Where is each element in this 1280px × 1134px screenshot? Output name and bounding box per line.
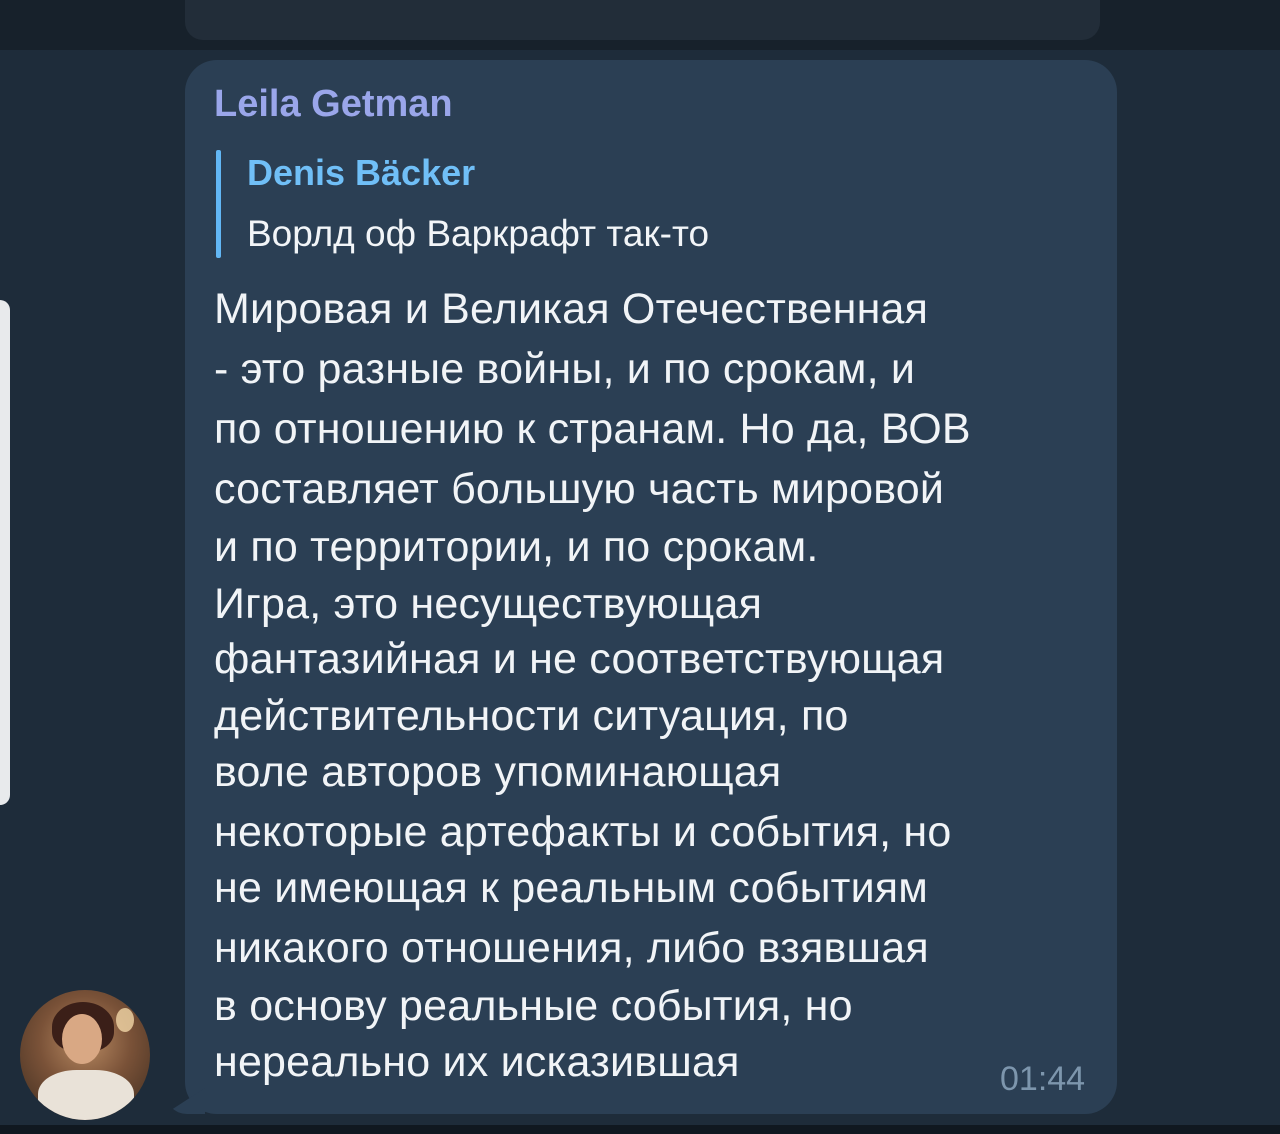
user-photo-avatar-icon[interactable]	[20, 990, 150, 1120]
bottom-strip	[0, 1125, 1280, 1134]
avatar-face	[62, 1014, 102, 1064]
message-text-line: не имеющая к реальным событиям	[214, 864, 929, 912]
scroll-handle[interactable]	[0, 300, 10, 805]
previous-message-bubble[interactable]	[185, 0, 1100, 40]
message-text-line: действительности ситуация, по	[214, 692, 849, 740]
message-time: 01:44	[1000, 1060, 1086, 1098]
message-text-line: в основу реальные события, но	[214, 982, 853, 1030]
message-text-line: - это разные войны, и по срокам, и	[214, 345, 916, 393]
message-text-line: нереально их исказившая	[214, 1038, 740, 1086]
message-text-line: воле авторов упоминающая	[214, 748, 782, 796]
reply-text[interactable]: Ворлд оф Варкрафт так-то	[247, 213, 709, 255]
avatar-shirt	[38, 1070, 134, 1120]
avatar-lamp	[116, 1008, 134, 1032]
sender-name[interactable]: Leila Getman	[214, 83, 453, 126]
message-text-line: по отношению к странам. Но да, ВОВ	[214, 405, 971, 453]
message-text-line: никакого отношения, либо взявшая	[214, 924, 929, 972]
message-text-line: Мировая и Великая Отечественная	[214, 285, 929, 333]
message-text-line: составляет большую часть мировой	[214, 465, 945, 513]
message-text-line: Игра, это несуществующая	[214, 580, 763, 628]
message-text-line: некоторые артефакты и события, но	[214, 808, 952, 856]
reply-quote-bar	[216, 150, 221, 258]
message-text-line: фантазийная и не соответствующая	[214, 635, 945, 683]
reply-author[interactable]: Denis Bäcker	[247, 152, 475, 194]
message-text-line: и по территории, и по срокам.	[214, 523, 819, 571]
